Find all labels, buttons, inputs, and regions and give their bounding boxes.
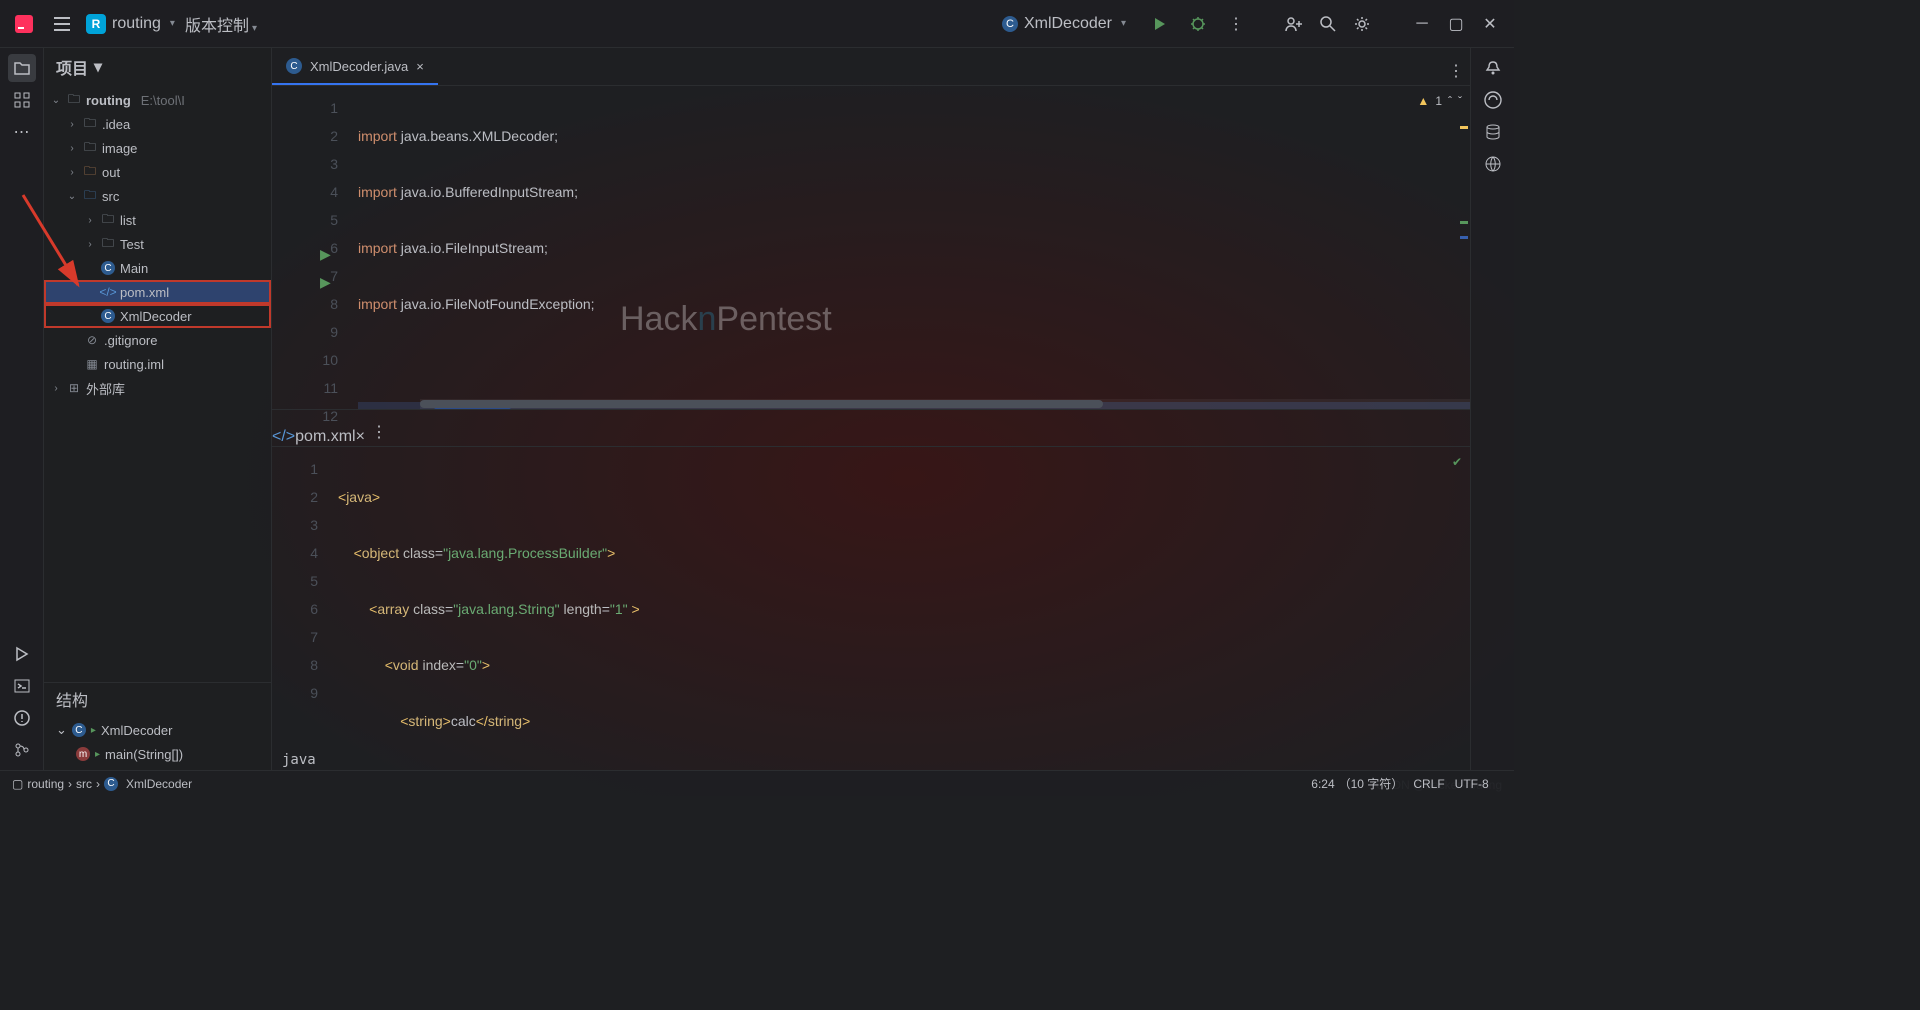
tree-item-iml[interactable]: ▦routing.iml xyxy=(44,352,271,376)
debug-button[interactable] xyxy=(1184,10,1212,38)
status-eol[interactable]: CRLF xyxy=(1413,777,1444,791)
ai-assistant-icon[interactable] xyxy=(1479,86,1507,114)
right-toolbar xyxy=(1470,48,1514,770)
status-encoding[interactable]: UTF-8 xyxy=(1455,777,1489,791)
project-selector[interactable]: R routing▾ xyxy=(86,14,175,34)
more-tools-icon[interactable]: ⋯ xyxy=(8,118,36,146)
breadcrumb[interactable]: ▢routing› src› CXmlDecoder xyxy=(12,777,192,791)
structure-tool-icon[interactable] xyxy=(8,86,36,114)
web-icon[interactable] xyxy=(1479,150,1507,178)
tree-item-pom[interactable]: </>pom.xml xyxy=(44,280,271,304)
horizontal-scrollbar[interactable] xyxy=(420,399,1470,409)
app-logo xyxy=(10,10,38,38)
run-config-selector[interactable]: CXmlDecoder▾ xyxy=(992,12,1136,36)
tree-item-out[interactable]: ›🗀out xyxy=(44,160,271,184)
project-panel-header[interactable]: 项目▾ xyxy=(44,48,271,86)
services-tool-icon[interactable] xyxy=(8,640,36,668)
struct-class[interactable]: ⌄C▸XmlDecoder xyxy=(44,718,271,742)
search-icon[interactable] xyxy=(1314,10,1342,38)
project-panel: 项目▾ ⌄🗀routingE:\tool\I ›🗀.idea ›🗀image ›… xyxy=(44,48,272,770)
breadcrumb-xml[interactable]: java xyxy=(282,752,316,768)
tree-item-extlib[interactable]: ›⊞外部库 xyxy=(44,376,271,400)
tree-item-idea[interactable]: ›🗀.idea xyxy=(44,112,271,136)
problems-tool-icon[interactable] xyxy=(8,704,36,732)
tree-item-gitignore[interactable]: ⊘.gitignore xyxy=(44,328,271,352)
vcs-tool-icon[interactable] xyxy=(8,736,36,764)
tab-pom-xml[interactable]: </>pom.xml× xyxy=(272,428,365,446)
hamburger-icon[interactable] xyxy=(48,10,76,38)
inspection-widget-ok[interactable]: ✔ xyxy=(1452,455,1462,469)
close-tab-icon[interactable]: × xyxy=(416,59,424,74)
titlebar: R routing▾ 版本控制▾ CXmlDecoder▾ ⋮ ─ ▢ ✕ xyxy=(0,0,1514,48)
vcs-menu[interactable]: 版本控制▾ xyxy=(185,12,257,36)
structure-panel: ⌄C▸XmlDecoder m▸main(String[]) xyxy=(44,714,271,770)
tree-item-src[interactable]: ⌄🗀src xyxy=(44,184,271,208)
tab-more-icon[interactable]: ⋮ xyxy=(1442,57,1470,85)
run-button[interactable] xyxy=(1146,10,1174,38)
code-with-me-icon[interactable] xyxy=(1280,10,1308,38)
minimize-icon[interactable]: ─ xyxy=(1408,10,1436,38)
tree-item-test[interactable]: ›🗀Test xyxy=(44,232,271,256)
project-tool-icon[interactable] xyxy=(8,54,36,82)
close-tab-icon[interactable]: × xyxy=(356,428,365,445)
editor-tabs-top: CXmlDecoder.java× ⋮ xyxy=(272,48,1470,86)
tab-more-icon[interactable]: ⋮ xyxy=(365,418,393,446)
editor-java[interactable]: ▲1ˆˇ 12345 6▶ 7▶ 89101112 import java.be… xyxy=(272,86,1470,409)
tree-item-xmldecoder[interactable]: CXmlDecoder xyxy=(44,304,271,328)
tree-root[interactable]: ⌄🗀routingE:\tool\I xyxy=(44,88,271,112)
settings-icon[interactable] xyxy=(1348,10,1376,38)
code-xml[interactable]: <java> <object class="java.lang.ProcessB… xyxy=(326,447,1470,770)
struct-method[interactable]: m▸main(String[]) xyxy=(44,742,271,766)
code-java[interactable]: import java.beans.XMLDecoder; import jav… xyxy=(346,86,1470,409)
statusbar: ▢routing› src› CXmlDecoder 6:24（10 字符） C… xyxy=(0,770,1514,796)
tree-item-main[interactable]: CMain xyxy=(44,256,271,280)
maximize-icon[interactable]: ▢ xyxy=(1442,10,1470,38)
database-icon[interactable] xyxy=(1479,118,1507,146)
tree-item-list[interactable]: ›🗀list xyxy=(44,208,271,232)
terminal-tool-icon[interactable] xyxy=(8,672,36,700)
status-caret[interactable]: 6:24（10 字符） xyxy=(1311,775,1403,792)
structure-panel-header[interactable]: 结构 xyxy=(44,682,271,714)
tab-xmldecoder-java[interactable]: CXmlDecoder.java× xyxy=(272,49,438,85)
editor-area: CXmlDecoder.java× ⋮ ▲1ˆˇ 12345 6▶ 7▶ 891… xyxy=(272,48,1470,770)
left-toolbar: ⋯ xyxy=(0,48,44,770)
tree-item-image[interactable]: ›🗀image xyxy=(44,136,271,160)
editor-xml[interactable]: ✔ 123456789 <java> <object class="java.l… xyxy=(272,447,1470,770)
project-tree[interactable]: ⌄🗀routingE:\tool\I ›🗀.idea ›🗀image ›🗀out… xyxy=(44,86,271,682)
status-indent[interactable] xyxy=(1499,777,1502,791)
editor-tabs-bottom: </>pom.xml× ⋮ xyxy=(272,409,1470,447)
more-actions-icon[interactable]: ⋮ xyxy=(1222,10,1250,38)
inspection-widget[interactable]: ▲1ˆˇ xyxy=(1417,94,1462,108)
notifications-icon[interactable] xyxy=(1479,54,1507,82)
close-icon[interactable]: ✕ xyxy=(1476,10,1504,38)
